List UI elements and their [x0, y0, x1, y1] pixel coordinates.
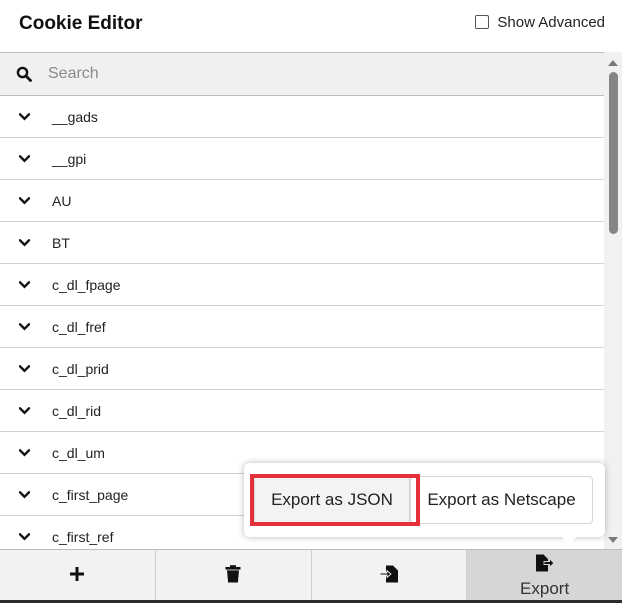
export-label: Export	[520, 579, 570, 598]
file-export-icon	[535, 554, 555, 577]
chevron-down-icon[interactable]	[0, 448, 52, 457]
cookie-row[interactable]: c_dl_fref	[0, 306, 604, 348]
show-advanced-checkbox[interactable]	[475, 15, 490, 29]
app-title: Cookie Editor	[19, 13, 143, 34]
chevron-down-icon[interactable]	[0, 490, 52, 499]
cookie-name: c_dl_um	[52, 444, 105, 461]
cookie-name: c_first_page	[52, 486, 129, 503]
chevron-down-icon[interactable]	[0, 322, 52, 331]
cookie-name: AU	[52, 192, 72, 209]
cookie-row[interactable]: __gpi	[0, 138, 604, 180]
scrollbar-thumb[interactable]	[609, 72, 618, 234]
cookie-name: c_dl_fref	[52, 318, 106, 335]
cookie-name: c_dl_fpage	[52, 276, 121, 293]
scrollbar[interactable]	[604, 52, 622, 549]
cookie-name: c_first_ref	[52, 528, 114, 545]
cookie-name: c_dl_rid	[52, 402, 102, 419]
chevron-down-icon[interactable]	[0, 112, 52, 121]
plus-icon	[69, 566, 85, 587]
cookie-row[interactable]: BT	[0, 222, 604, 264]
chevron-down-icon[interactable]	[0, 406, 52, 415]
import-button[interactable]	[311, 550, 468, 603]
search-icon	[0, 66, 48, 82]
export-json-button[interactable]: Export as JSON	[254, 476, 410, 524]
export-menu: Export as JSON Export as Netscape	[244, 463, 605, 545]
cookie-name: __gads	[52, 108, 98, 125]
search-input[interactable]	[48, 65, 568, 83]
cookie-row[interactable]: c_dl_prid	[0, 348, 604, 390]
cookie-name: BT	[52, 234, 70, 251]
show-advanced-toggle[interactable]: Show Advanced	[475, 12, 605, 32]
scroll-down-arrow[interactable]	[608, 537, 618, 543]
trash-icon	[225, 565, 241, 588]
cookie-row[interactable]: c_dl_rid	[0, 390, 604, 432]
delete-all-button[interactable]	[155, 550, 312, 603]
export-button[interactable]: Export	[467, 550, 622, 603]
chevron-down-icon[interactable]	[0, 532, 52, 541]
popup-caret	[560, 535, 578, 545]
cookie-row[interactable]: c_dl_fpage	[0, 264, 604, 306]
chevron-down-icon[interactable]	[0, 364, 52, 373]
chevron-down-icon[interactable]	[0, 196, 52, 205]
show-advanced-label: Show Advanced	[497, 13, 605, 31]
header: Cookie Editor Show Advanced	[0, 0, 622, 52]
footer-toolbar: Export	[0, 549, 622, 603]
cookie-row[interactable]: __gads	[0, 96, 604, 138]
cookie-name: c_dl_prid	[52, 360, 109, 377]
scroll-up-arrow[interactable]	[608, 60, 618, 66]
import-icon	[379, 565, 399, 588]
cookie-row[interactable]: AU	[0, 180, 604, 222]
chevron-down-icon[interactable]	[0, 280, 52, 289]
export-netscape-button[interactable]: Export as Netscape	[410, 476, 593, 524]
cookie-name: __gpi	[52, 150, 87, 167]
search-bar	[0, 52, 604, 96]
add-cookie-button[interactable]	[0, 550, 156, 603]
chevron-down-icon[interactable]	[0, 238, 52, 247]
chevron-down-icon[interactable]	[0, 154, 52, 163]
